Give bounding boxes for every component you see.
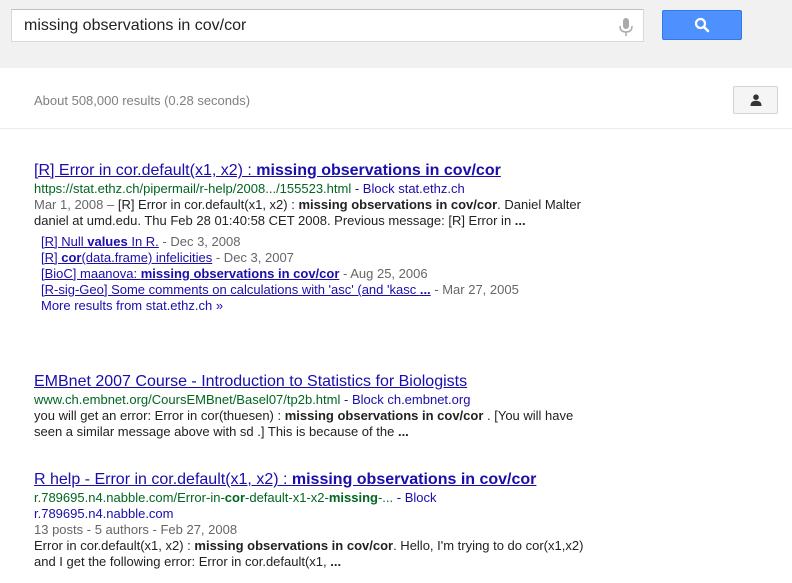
result-stats: About 508,000 results (0.28 seconds) [34, 93, 251, 108]
search-result: EMBnet 2007 Course - Introduction to Sta… [34, 372, 774, 440]
block-link[interactable]: - Block [397, 490, 437, 505]
search-icon [694, 17, 710, 33]
result-meta: 13 posts - 5 authors - Feb 27, 2008 [34, 522, 238, 537]
search-button[interactable] [662, 10, 742, 40]
block-link[interactable]: - Block stat.ethz.ch [355, 181, 465, 196]
search-box[interactable] [11, 9, 644, 42]
search-result: R help - Error in cor.default(x1, x2) : … [34, 470, 774, 570]
sub-result: [R] Null values In R. - Dec 3, 2008 [41, 234, 241, 249]
top-bar [0, 0, 792, 68]
person-icon [750, 94, 762, 106]
sub-result: [R] cor(data.frame) infelicities - Dec 3… [41, 250, 294, 265]
sub-result-link[interactable]: [R-sig-Geo] Some comments on calculation… [41, 282, 431, 297]
result-title-link[interactable]: R help - Error in cor.default(x1, x2) : … [34, 470, 774, 490]
sub-result: [R-sig-Geo] Some comments on calculation… [41, 282, 519, 297]
sub-result-link[interactable]: [BioC] maanova: missing observations in … [41, 266, 339, 281]
microphone-icon[interactable] [617, 17, 635, 37]
result-url: r.789695.n4.nabble.com/Error-in-cor-defa… [34, 490, 437, 505]
sub-result-link[interactable]: [R] Null values In R. [41, 234, 159, 249]
result-snippet: Mar 1, 2008 – [R] Error in cor.default(x… [34, 197, 581, 228]
result-url: https://stat.ethz.ch/pipermail/r-help/20… [34, 181, 465, 196]
more-results-link[interactable]: More results from stat.ethz.ch » [41, 298, 774, 314]
divider [0, 128, 792, 129]
block-domain[interactable]: r.789695.n4.nabble.com [34, 506, 774, 522]
result-snippet: Error in cor.default(x1, x2) : missing o… [34, 538, 584, 569]
result-snippet: you will get an error: Error in cor(thue… [34, 408, 574, 439]
search-input[interactable] [24, 10, 604, 41]
search-result: [R] Error in cor.default(x1, x2) : missi… [34, 161, 774, 314]
block-link[interactable]: - Block ch.embnet.org [344, 392, 470, 407]
result-title-link[interactable]: EMBnet 2007 Course - Introduction to Sta… [34, 372, 774, 392]
result-title-link[interactable]: [R] Error in cor.default(x1, x2) : missi… [34, 161, 774, 181]
account-button[interactable] [733, 86, 778, 114]
result-url: www.ch.embnet.org/CoursEMBnet/Basel07/tp… [34, 392, 471, 407]
more-results-list: [R] Null values In R. - Dec 3, 2008 [R] … [41, 234, 774, 314]
sub-result-link[interactable]: [R] cor(data.frame) infelicities [41, 250, 212, 265]
sub-result: [BioC] maanova: missing observations in … [41, 266, 428, 281]
